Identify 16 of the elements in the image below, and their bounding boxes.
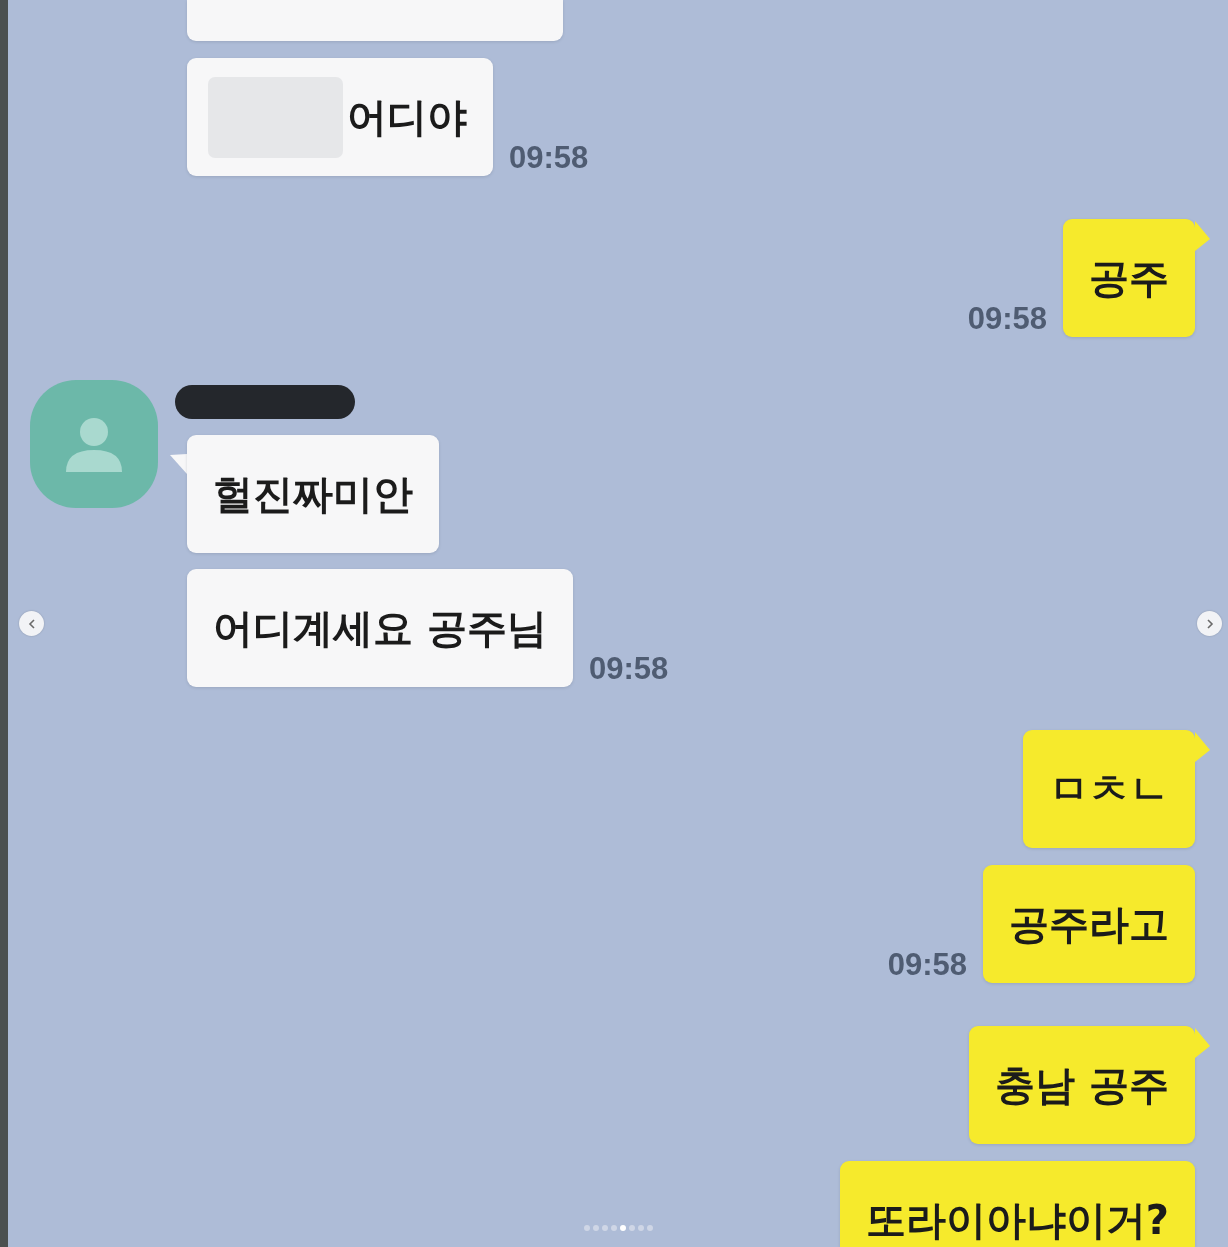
chevron-left-icon xyxy=(27,618,36,629)
timestamp: 09:58 xyxy=(967,303,1047,334)
message-text: 공주라고 xyxy=(1009,900,1169,948)
chevron-right-icon xyxy=(1205,618,1214,629)
message-text: 충남 공주 xyxy=(995,1061,1169,1109)
timestamp: 09:58 xyxy=(588,653,669,684)
previous-button[interactable] xyxy=(19,611,44,636)
message-text: 헐진짜미안 xyxy=(213,470,413,518)
timestamp: 09:58 xyxy=(509,142,589,173)
next-button[interactable] xyxy=(1197,611,1222,636)
message-text: ㅁㅊㄴ xyxy=(1049,765,1169,813)
timestamp: 09:58 xyxy=(887,949,967,980)
message-text: 어디계세요 공주님 xyxy=(213,604,547,652)
message-text: 또라이아냐이거? xyxy=(865,1196,1169,1244)
message-text: 어디야 xyxy=(347,93,467,141)
message-text: 공주 xyxy=(1089,254,1169,302)
